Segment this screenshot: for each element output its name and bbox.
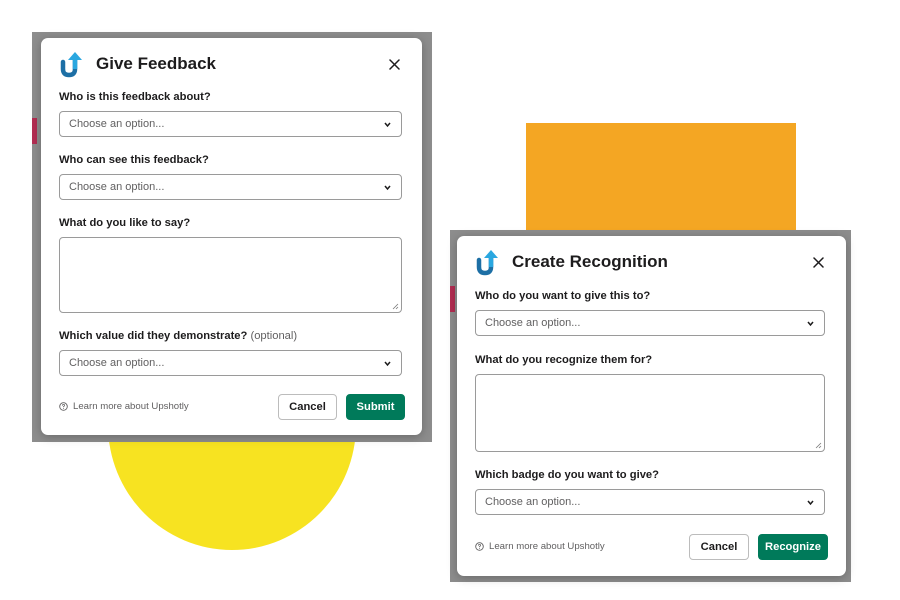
close-icon xyxy=(388,58,400,70)
reason-textarea[interactable] xyxy=(475,374,825,452)
feedback-about-select[interactable]: Choose an option... xyxy=(59,111,402,137)
badge-select[interactable]: Choose an option... xyxy=(475,489,825,515)
close-button[interactable] xyxy=(808,252,828,272)
recipient-select[interactable]: Choose an option... xyxy=(475,310,825,336)
learn-more-link[interactable]: Learn more about Upshotly xyxy=(475,541,605,552)
select-placeholder: Choose an option... xyxy=(69,118,165,130)
learn-more-text: Learn more about Upshotly xyxy=(73,401,189,412)
dialog-title: Give Feedback xyxy=(96,54,217,73)
give-feedback-dialog: Give Feedback Who is this feedback about… xyxy=(41,38,422,435)
decorative-orange-rectangle xyxy=(526,123,796,233)
submit-button[interactable]: Submit xyxy=(346,394,405,420)
resize-handle-icon[interactable] xyxy=(392,303,399,310)
help-circle-icon xyxy=(475,542,484,551)
dialog-header: Give Feedback xyxy=(59,50,408,78)
screen: Give Feedback Who is this feedback about… xyxy=(0,0,900,600)
select-placeholder: Choose an option... xyxy=(69,357,165,369)
feedback-about-label: Who is this feedback about? xyxy=(59,91,211,103)
recognize-button[interactable]: Recognize xyxy=(758,534,828,560)
value-label-text: Which value did they demonstrate? xyxy=(59,330,248,342)
dialog-title: Create Recognition xyxy=(512,252,668,271)
help-circle-icon xyxy=(59,402,68,411)
cancel-button[interactable]: Cancel xyxy=(278,394,337,420)
chevron-down-icon xyxy=(807,321,814,327)
badge-label: Which badge do you want to give? xyxy=(475,469,659,481)
dialog-header: Create Recognition xyxy=(475,248,832,276)
feedback-visibility-label: Who can see this feedback? xyxy=(59,154,209,166)
optional-tag: (optional) xyxy=(250,330,298,342)
upshotly-arrow-icon xyxy=(59,50,85,78)
resize-handle-icon[interactable] xyxy=(815,442,822,449)
feedback-visibility-select[interactable]: Choose an option... xyxy=(59,174,402,200)
backdrop-accent-right xyxy=(450,286,455,312)
upshotly-arrow-icon xyxy=(475,248,501,276)
select-placeholder: Choose an option... xyxy=(485,317,581,329)
create-recognition-dialog: Create Recognition Who do you want to gi… xyxy=(457,236,846,576)
close-icon xyxy=(812,256,824,268)
chevron-down-icon xyxy=(384,361,391,367)
recipient-label: Who do you want to give this to? xyxy=(475,290,651,302)
feedback-value-select[interactable]: Choose an option... xyxy=(59,350,402,376)
select-placeholder: Choose an option... xyxy=(485,496,581,508)
close-button[interactable] xyxy=(384,54,404,74)
backdrop-accent-left xyxy=(32,118,37,144)
learn-more-link[interactable]: Learn more about Upshotly xyxy=(59,401,189,412)
select-placeholder: Choose an option... xyxy=(69,181,165,193)
feedback-value-label: Which value did they demonstrate? (optio… xyxy=(59,330,297,342)
learn-more-text: Learn more about Upshotly xyxy=(489,541,605,552)
chevron-down-icon xyxy=(807,500,814,506)
feedback-message-label: What do you like to say? xyxy=(59,217,191,229)
reason-label: What do you recognize them for? xyxy=(475,354,653,366)
cancel-button[interactable]: Cancel xyxy=(689,534,749,560)
feedback-message-textarea[interactable] xyxy=(59,237,402,313)
chevron-down-icon xyxy=(384,185,391,191)
chevron-down-icon xyxy=(384,122,391,128)
